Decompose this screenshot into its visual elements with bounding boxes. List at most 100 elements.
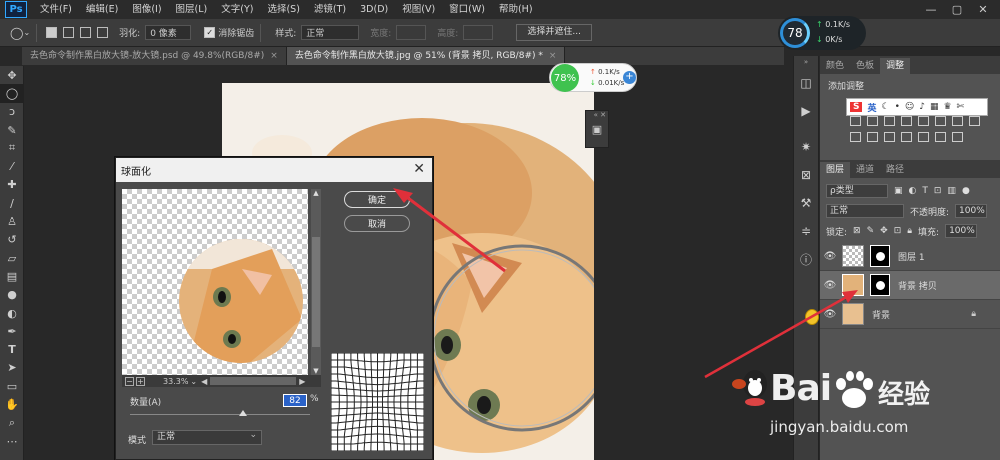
tab-document-2[interactable]: 去色命令制作黑白放大镜.jpg @ 51% (背景 拷贝, RGB/8#) * × (286, 47, 566, 65)
gradient-map-icon[interactable] (952, 132, 963, 142)
tab-layers[interactable]: 图层 (820, 162, 851, 178)
dot-icon[interactable]: • (895, 102, 900, 112)
chevron-down-icon[interactable]: ⌄ (23, 28, 30, 37)
history-icon[interactable]: ◫ (794, 72, 818, 94)
menu-help[interactable]: 帮助(H) (492, 0, 540, 19)
visibility-eye-icon[interactable]: 👁︎ (820, 251, 840, 262)
preview-vertical-scrollbar[interactable]: ▲ ▼ (311, 189, 321, 375)
tab-paths[interactable]: 路径 (880, 162, 910, 178)
visibility-eye-icon[interactable]: 👁︎ (820, 309, 840, 320)
levels-icon[interactable] (867, 116, 878, 126)
path-select-icon[interactable]: ➤ (0, 359, 24, 377)
tab-document-1[interactable]: 去色命令制作黑白放大镜-放大镜.psd @ 49.8%(RGB/8#) × (22, 47, 287, 65)
photo-filter-icon[interactable] (850, 132, 861, 142)
menu-edit[interactable]: 编辑(E) (79, 0, 125, 19)
gradient-icon[interactable]: ▤ (0, 267, 24, 285)
ok-button[interactable]: 确定 (344, 191, 410, 208)
intersect-selection-icon[interactable] (97, 27, 109, 38)
pen-icon[interactable]: ✒ (0, 322, 24, 340)
zoom-out-icon[interactable]: − (125, 376, 134, 386)
moon-icon[interactable]: ☾ (882, 102, 890, 112)
dialog-titlebar[interactable]: 球面化 ✕ (116, 158, 432, 182)
dodge-icon[interactable]: ◐ (0, 304, 24, 322)
brightness-icon[interactable] (850, 116, 861, 126)
color-balance-icon[interactable] (952, 116, 963, 126)
amount-slider-thumb[interactable] (239, 410, 248, 416)
menu-image[interactable]: 图像(I) (125, 0, 168, 19)
menu-3d[interactable]: 3D(D) (353, 0, 395, 19)
close-tab-icon[interactable]: × (270, 51, 278, 61)
cancel-button[interactable]: 取消 (344, 215, 410, 232)
eraser-icon[interactable]: ▱ (0, 249, 24, 267)
filter-shape-icon[interactable]: ⊡ (934, 186, 942, 196)
select-and-mask-button[interactable]: 选择并遮住... (516, 24, 592, 41)
elliptical-marquee-icon[interactable]: ◯ (0, 84, 24, 103)
layer-row[interactable]: 👁︎ 背景 🔒︎ (820, 300, 1000, 329)
menu-file[interactable]: 文件(F) (33, 0, 79, 19)
visibility-eye-icon[interactable]: 👁︎ (820, 280, 840, 291)
collapse-icon[interactable]: « ✕ (586, 111, 608, 119)
marquee-tool-icon[interactable]: ◯ (10, 26, 23, 40)
curves-icon[interactable] (884, 116, 895, 126)
layer-kind-select[interactable]: ρ类型 (826, 184, 888, 198)
amount-input[interactable]: 82 (283, 394, 307, 407)
tab-adjustments[interactable]: 调整 (880, 58, 911, 74)
scroll-up-icon[interactable]: ▲ (311, 189, 321, 197)
zoom-icon[interactable]: ⌕ (0, 414, 24, 432)
opacity-input[interactable]: 100% (955, 204, 988, 218)
black-white-icon[interactable] (969, 116, 980, 126)
lock-all-icon[interactable]: 🔒︎ (907, 226, 912, 236)
close-icon[interactable]: ✕ (413, 161, 425, 177)
lock-position-icon[interactable]: ✥ (880, 226, 888, 236)
settings-icon[interactable]: ✄ (957, 102, 965, 112)
menu-filter[interactable]: 滤镜(T) (307, 0, 353, 19)
history-brush-icon[interactable]: ↺ (0, 231, 24, 249)
mic-icon[interactable]: ♪ (919, 102, 925, 112)
h-scroll-thumb[interactable] (210, 377, 297, 385)
scroll-right-icon[interactable]: ▶ (299, 377, 305, 386)
mode-select[interactable]: 正常 (152, 429, 262, 445)
invert-icon[interactable] (901, 132, 912, 142)
skin-icon[interactable]: ♛ (944, 102, 952, 112)
new-selection-icon[interactable] (46, 27, 58, 38)
fill-input[interactable]: 100% (945, 224, 978, 238)
hand-icon[interactable]: ✋ (0, 395, 24, 413)
layer-row-selected[interactable]: 👁︎ 背景 拷贝 (820, 271, 1000, 300)
play-icon[interactable]: ▶ (794, 100, 818, 122)
zoom-in-icon[interactable]: + (136, 376, 145, 386)
width-input[interactable] (396, 25, 427, 40)
healing-brush-icon[interactable]: ✚ (0, 176, 24, 194)
clone-stamp-icon[interactable]: ♙ (0, 212, 24, 230)
ime-language[interactable]: 英 (867, 101, 876, 114)
crop-icon[interactable]: ⌗ (0, 139, 24, 157)
properties-sliders-icon[interactable]: ≑ (794, 220, 818, 242)
type-tool-icon[interactable]: T (0, 340, 24, 358)
posterize-icon[interactable] (918, 132, 929, 142)
filter-preview[interactable] (122, 189, 308, 375)
filter-smart-icon[interactable]: ▥ (947, 186, 956, 196)
menu-type[interactable]: 文字(Y) (214, 0, 260, 19)
layer-mask-thumbnail[interactable] (870, 274, 890, 296)
collapse-dock-icon[interactable]: » (794, 58, 818, 66)
tool-presets-icon[interactable]: ⚒ (794, 192, 818, 214)
keyboard-icon[interactable]: ▦ (930, 102, 939, 112)
close-tab-icon[interactable]: × (549, 51, 557, 61)
lock-artboard-icon[interactable]: ⊡ (894, 226, 902, 236)
style-select[interactable]: 正常 (301, 25, 360, 40)
color-lookup-icon[interactable] (884, 132, 895, 142)
clone-source-icon[interactable]: ⊠ (794, 164, 818, 186)
lock-pixels-icon[interactable]: ✎ (867, 226, 875, 236)
threshold-icon[interactable] (935, 132, 946, 142)
hue-icon[interactable] (935, 116, 946, 126)
filter-pixel-icon[interactable]: ▣ (894, 186, 903, 196)
scroll-left-icon[interactable]: ◀ (201, 377, 207, 386)
height-input[interactable] (463, 25, 494, 40)
menu-select[interactable]: 选择(S) (260, 0, 306, 19)
filter-adjust-icon[interactable]: ◐ (909, 186, 917, 196)
close-window-icon[interactable]: ✕ (970, 0, 996, 19)
vibrance-icon[interactable] (918, 116, 929, 126)
menu-layer[interactable]: 图层(L) (169, 0, 215, 19)
amount-slider-track[interactable] (130, 414, 310, 415)
filter-toggle-icon[interactable]: ● (962, 186, 970, 196)
lasso-icon[interactable]: ↄ (0, 103, 24, 121)
